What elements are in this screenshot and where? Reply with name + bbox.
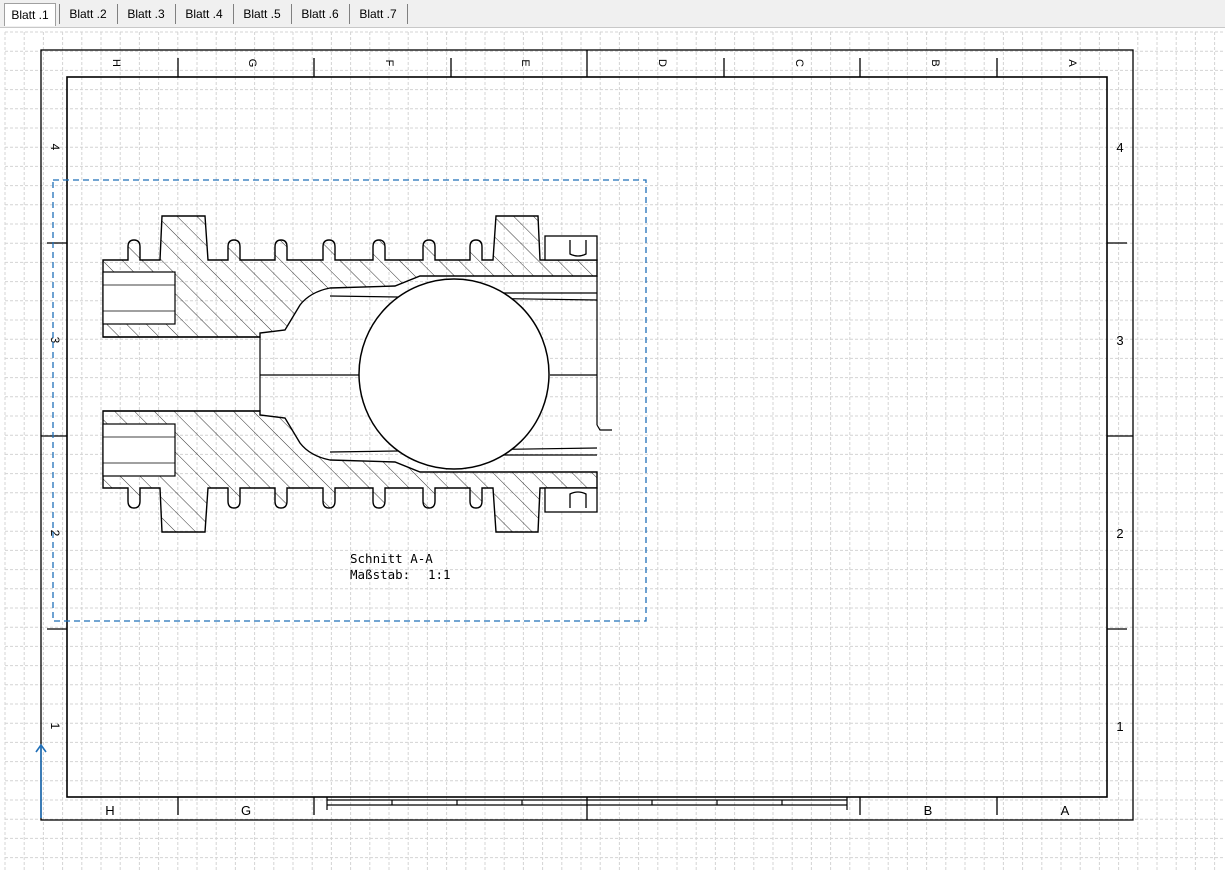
tab-separator bbox=[407, 4, 408, 24]
scale-value: 1:1 bbox=[428, 567, 451, 582]
row-labels-right: 4 3 2 1 bbox=[1116, 140, 1123, 734]
zone-label-top: G bbox=[246, 59, 258, 68]
tab-separator bbox=[233, 4, 234, 24]
scale-label: Maßstab: bbox=[350, 567, 410, 582]
tab-blatt-4[interactable]: Blatt .4 bbox=[178, 3, 230, 26]
tab-separator bbox=[175, 4, 176, 24]
tab-separator bbox=[117, 4, 118, 24]
tab-blatt-6[interactable]: Blatt .6 bbox=[294, 3, 346, 26]
zone-label-top: A bbox=[1066, 59, 1078, 67]
drawing-canvas[interactable]: H G F E D C B A H G B A 4 3 2 1 4 3 2 1 bbox=[0, 28, 1225, 871]
row-labels-left: 4 3 2 1 bbox=[48, 144, 62, 730]
row-label-right: 3 bbox=[1116, 333, 1123, 348]
zone-label-top: H bbox=[110, 59, 122, 67]
tab-blatt-7[interactable]: Blatt .7 bbox=[352, 3, 404, 26]
tab-separator bbox=[291, 4, 292, 24]
view-label: Schnitt A-A Maßstab: 1:1 bbox=[350, 551, 451, 582]
zone-labels-top: H G F E D C B A bbox=[110, 59, 1078, 68]
row-label-left: 3 bbox=[48, 337, 62, 344]
tab-blatt-5[interactable]: Blatt .5 bbox=[236, 3, 288, 26]
section-title: Schnitt A-A bbox=[350, 551, 433, 566]
zone-label-top: E bbox=[519, 59, 531, 66]
thread-insert-lower bbox=[102, 423, 176, 477]
zone-label-bottom: B bbox=[924, 803, 933, 818]
zone-ticks-top bbox=[177, 50, 998, 77]
zone-label-top: D bbox=[656, 59, 668, 67]
row-label-left: 4 bbox=[48, 144, 62, 151]
zone-label-top: C bbox=[793, 59, 805, 67]
row-label-right: 2 bbox=[1116, 526, 1123, 541]
row-label-right: 4 bbox=[1116, 140, 1123, 155]
row-label-left: 1 bbox=[48, 723, 62, 730]
thread-insert-upper bbox=[102, 271, 176, 325]
zone-label-bottom: A bbox=[1061, 803, 1070, 818]
end-cap-features bbox=[544, 235, 598, 513]
tab-blatt-1[interactable]: Blatt .1 bbox=[4, 3, 56, 26]
row-label-right: 1 bbox=[1116, 719, 1123, 734]
tab-separator bbox=[349, 4, 350, 24]
tab-blatt-2[interactable]: Blatt .2 bbox=[62, 3, 114, 26]
sheet-tab-bar: Blatt .1 Blatt .2 Blatt .3 Blatt .4 Blat… bbox=[0, 0, 1225, 28]
zone-label-bottom: G bbox=[241, 803, 251, 818]
row-label-left: 2 bbox=[48, 530, 62, 537]
ball-circle bbox=[358, 278, 550, 470]
zone-label-bottom: H bbox=[105, 803, 114, 818]
zone-label-top: B bbox=[929, 59, 941, 66]
tab-separator bbox=[59, 4, 60, 24]
axis-origin-arrow bbox=[35, 743, 47, 818]
section-view-a-a[interactable] bbox=[102, 215, 612, 533]
tab-blatt-3[interactable]: Blatt .3 bbox=[120, 3, 172, 26]
zone-label-top: F bbox=[383, 60, 395, 67]
